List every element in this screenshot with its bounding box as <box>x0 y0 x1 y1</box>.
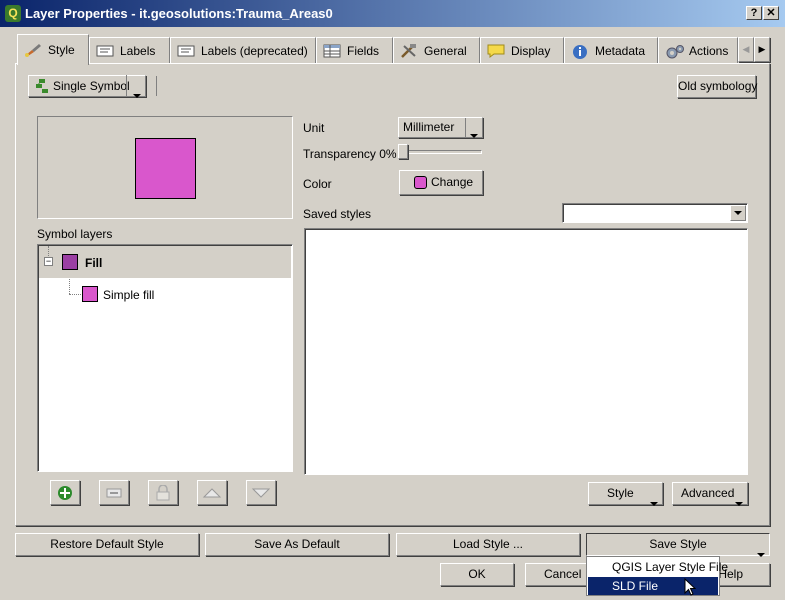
plus-icon <box>58 485 72 500</box>
change-label: Change <box>431 175 474 189</box>
tree-root-row[interactable]: − Fill <box>39 246 291 278</box>
tab-fields[interactable]: Fields <box>316 37 393 64</box>
labels-icon <box>96 44 114 58</box>
tab-label: Display <box>511 44 551 58</box>
tab-scroll-left-button[interactable]: ◀ <box>738 37 754 62</box>
style-menu-button[interactable]: Style <box>588 482 663 506</box>
tab-label: Labels <box>120 44 156 58</box>
qgis-app-icon: Q <box>5 5 21 22</box>
saved-styles-list[interactable] <box>304 228 748 475</box>
collapse-icon[interactable]: − <box>44 257 53 266</box>
help-title-button[interactable]: ? <box>746 6 762 20</box>
mouse-cursor-icon <box>684 577 697 600</box>
advanced-menu-button[interactable]: Advanced <box>672 482 748 506</box>
gears-icon <box>665 44 684 59</box>
unit-label: Unit <box>303 121 325 135</box>
remove-layer-button[interactable] <box>99 480 129 505</box>
ok-button[interactable]: OK <box>440 563 514 586</box>
menu-item-qgis-layer-style-file[interactable]: QGIS Layer Style File <box>588 558 728 576</box>
chevron-down-icon <box>735 492 743 513</box>
tree-root-label: Fill <box>85 256 103 270</box>
tree-child-label: Simple fill <box>103 288 155 302</box>
unit-dropdown[interactable]: Millimeter <box>398 117 483 138</box>
symbol-layers-label: Symbol layers <box>37 227 113 241</box>
save-as-default-button[interactable]: Save As Default <box>205 533 389 556</box>
tab-label: Labels (deprecated) <box>201 44 308 58</box>
color-label: Color <box>303 177 332 191</box>
labels-deprecated-icon <box>177 44 195 58</box>
chevron-down-icon <box>470 125 478 144</box>
table-icon <box>323 44 341 58</box>
tab-label: Actions <box>689 44 729 58</box>
save-style-menu: QGIS Layer Style File SLD File <box>586 556 728 596</box>
renderer-value: Single Symbol <box>53 79 130 93</box>
old-symbology-button[interactable]: Old symbology <box>677 75 757 98</box>
style-button-label: Style <box>607 486 634 500</box>
paintbrush-icon <box>24 43 42 57</box>
saved-styles-combo[interactable] <box>562 203 748 223</box>
close-window-button[interactable]: ✕ <box>763 6 779 20</box>
info-icon <box>571 44 589 59</box>
lock-icon <box>156 484 170 500</box>
chevron-down-icon[interactable] <box>730 205 746 221</box>
chevron-down-icon <box>650 492 658 513</box>
tab-label: Metadata <box>595 44 646 58</box>
change-color-button[interactable]: Change <box>399 170 483 195</box>
tab-labels[interactable]: Labels <box>89 37 170 64</box>
window-title: Layer Properties - it.geosolutions:Traum… <box>25 6 333 21</box>
save-style-label: Save Style <box>649 537 707 551</box>
save-style-button[interactable]: Save Style <box>586 533 770 557</box>
move-up-button[interactable] <box>197 480 227 505</box>
menu-item-sld-file[interactable]: SLD File <box>588 577 718 595</box>
simple-fill-swatch <box>82 286 98 302</box>
tab-scroll-right-button[interactable]: ▶ <box>754 37 770 62</box>
saved-styles-label: Saved styles <box>303 207 372 221</box>
arrow-down-icon <box>251 488 271 498</box>
chevron-down-icon <box>133 84 141 104</box>
preview-swatch <box>135 138 196 199</box>
title-bar: Q Layer Properties - it.geosolutions:Tra… <box>0 0 785 27</box>
restore-default-style-button[interactable]: Restore Default Style <box>15 533 199 556</box>
transparency-label: Transparency 0% <box>303 147 397 161</box>
advanced-button-label: Advanced <box>681 486 735 500</box>
tab-style[interactable]: Style <box>17 34 89 65</box>
renderer-dropdown[interactable]: Single Symbol <box>28 75 157 100</box>
move-down-button[interactable] <box>246 480 276 505</box>
tab-display[interactable]: Display <box>480 37 564 64</box>
color-swatch <box>414 176 427 189</box>
symbol-layers-tree: − Fill Simple fill <box>37 244 293 472</box>
load-style-button[interactable]: Load Style ... <box>396 533 580 556</box>
chevron-down-icon <box>757 543 765 564</box>
tree-child-row[interactable]: Simple fill <box>39 283 291 307</box>
tab-label: General <box>424 44 467 58</box>
tab-label: Style <box>48 43 75 57</box>
transparency-slider-track[interactable] <box>400 150 482 154</box>
transparency-slider-handle[interactable] <box>398 144 408 159</box>
tab-metadata[interactable]: Metadata <box>564 37 658 64</box>
tab-actions[interactable]: Actions <box>658 37 738 64</box>
arrow-up-icon <box>202 487 222 497</box>
lock-layer-button[interactable] <box>148 480 178 505</box>
minus-icon <box>106 488 122 497</box>
tab-labels-deprecated[interactable]: Labels (deprecated) <box>170 37 316 64</box>
tab-label: Fields <box>347 44 380 58</box>
add-layer-button[interactable] <box>50 480 80 505</box>
fill-layer-swatch <box>62 254 78 270</box>
speech-bubble-icon <box>487 44 505 58</box>
renderer-icon <box>36 79 48 100</box>
unit-value: Millimeter <box>403 120 455 134</box>
symbol-preview <box>37 116 293 219</box>
tab-general[interactable]: General <box>393 37 480 64</box>
tools-icon <box>400 44 418 58</box>
